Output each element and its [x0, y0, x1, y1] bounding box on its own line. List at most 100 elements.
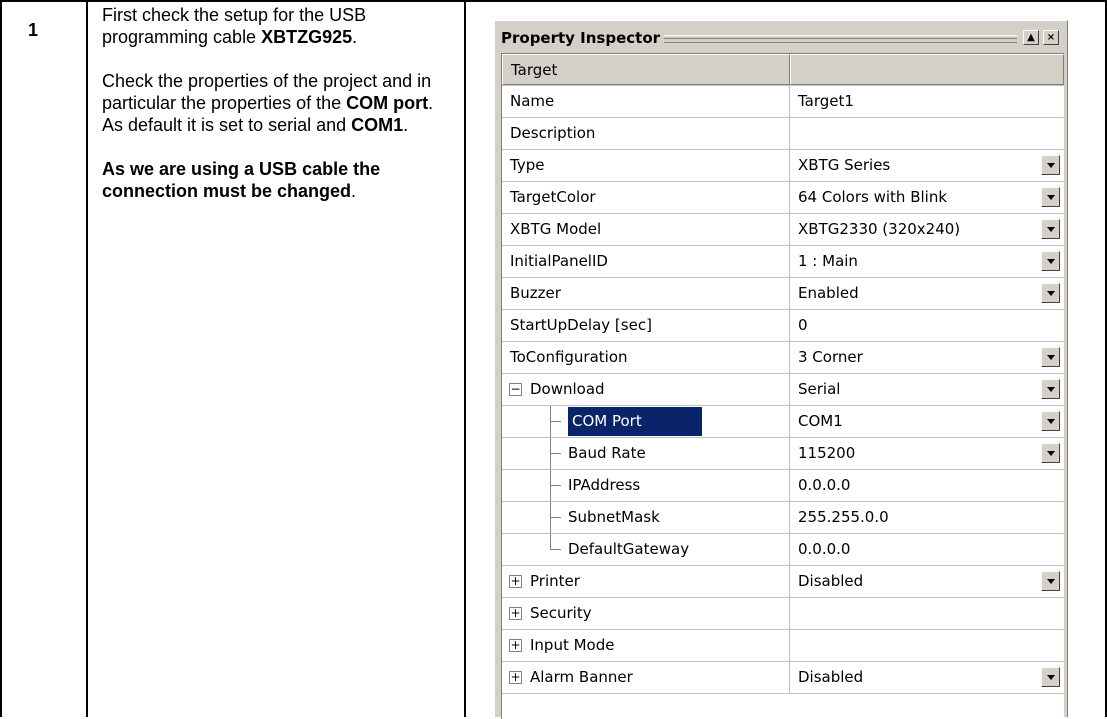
- panel-titlebar[interactable]: Property Inspector ▲ ×: [501, 27, 1061, 49]
- property-row[interactable]: − Download Serial: [502, 374, 1064, 406]
- property-row[interactable]: + Input Mode: [502, 630, 1064, 662]
- property-row[interactable]: XBTG Model XBTG2330 (320x240): [502, 214, 1064, 246]
- property-value-cell[interactable]: Target1: [790, 86, 1064, 117]
- dropdown-arrow-icon[interactable]: [1041, 667, 1060, 687]
- property-value-cell[interactable]: 64 Colors with Blink: [790, 182, 1064, 213]
- scroll-up-icon[interactable]: ▲: [1023, 30, 1039, 45]
- property-name-cell[interactable]: IPAddress: [502, 470, 790, 501]
- property-row[interactable]: Baud Rate 115200: [502, 438, 1064, 470]
- instructions-text: First check the setup for the USB progra…: [102, 4, 442, 224]
- property-name: Alarm Banner: [530, 668, 633, 686]
- property-row[interactable]: InitialPanelID 1 : Main: [502, 246, 1064, 278]
- property-value-cell[interactable]: 1 : Main: [790, 246, 1064, 277]
- property-name-cell[interactable]: + Security: [502, 598, 790, 629]
- property-value: Disabled: [798, 572, 864, 590]
- dropdown-arrow-icon[interactable]: [1041, 443, 1060, 463]
- property-row[interactable]: Buzzer Enabled: [502, 278, 1064, 310]
- property-value-cell[interactable]: [790, 630, 1064, 661]
- column-divider: [464, 0, 466, 717]
- collapse-icon[interactable]: −: [509, 383, 522, 396]
- property-row[interactable]: Type XBTG Series: [502, 150, 1064, 182]
- property-name: ToConfiguration: [510, 348, 628, 366]
- tree-connector: [550, 502, 564, 533]
- property-value-cell[interactable]: [790, 598, 1064, 629]
- property-row[interactable]: + Printer Disabled: [502, 566, 1064, 598]
- property-name-cell[interactable]: − Download: [502, 374, 790, 405]
- property-name: COM Port: [568, 407, 702, 436]
- property-value-cell[interactable]: 0.0.0.0: [790, 470, 1064, 501]
- property-value: 255.255.0.0: [798, 508, 889, 526]
- property-value: COM1: [798, 412, 843, 430]
- property-name-cell[interactable]: SubnetMask: [502, 502, 790, 533]
- dropdown-arrow-icon[interactable]: [1041, 571, 1060, 591]
- property-row[interactable]: SubnetMask 255.255.0.0: [502, 502, 1064, 534]
- property-value-cell[interactable]: XBTG2330 (320x240): [790, 214, 1064, 245]
- property-name-cell[interactable]: InitialPanelID: [502, 246, 790, 277]
- header-name-cell: Target: [502, 54, 790, 85]
- property-row[interactable]: ToConfiguration 3 Corner: [502, 342, 1064, 374]
- dropdown-arrow-icon[interactable]: [1041, 379, 1060, 399]
- property-name-cell[interactable]: DefaultGateway: [502, 534, 790, 565]
- property-row[interactable]: StartUpDelay [sec] 0: [502, 310, 1064, 342]
- property-value-cell[interactable]: 255.255.0.0: [790, 502, 1064, 533]
- property-name: StartUpDelay [sec]: [510, 316, 652, 334]
- property-name-cell[interactable]: + Printer: [502, 566, 790, 597]
- property-value-cell[interactable]: 115200: [790, 438, 1064, 469]
- panel-title: Property Inspector: [501, 29, 665, 47]
- property-value: 1 : Main: [798, 252, 858, 270]
- property-name-cell[interactable]: ToConfiguration: [502, 342, 790, 373]
- property-value-cell[interactable]: Serial: [790, 374, 1064, 405]
- dropdown-arrow-icon[interactable]: [1041, 347, 1060, 367]
- property-value: Serial: [798, 380, 841, 398]
- property-value-cell[interactable]: Disabled: [790, 566, 1064, 597]
- property-row[interactable]: TargetColor 64 Colors with Blink: [502, 182, 1064, 214]
- property-value-cell[interactable]: Enabled: [790, 278, 1064, 309]
- property-name: DefaultGateway: [568, 540, 690, 558]
- property-name: Type: [510, 156, 545, 174]
- property-name-cell[interactable]: Type: [502, 150, 790, 181]
- dropdown-arrow-icon[interactable]: [1041, 283, 1060, 303]
- property-row[interactable]: Description: [502, 118, 1064, 150]
- property-value-cell[interactable]: COM1: [790, 406, 1064, 437]
- property-name-cell[interactable]: StartUpDelay [sec]: [502, 310, 790, 341]
- expand-icon[interactable]: +: [509, 607, 522, 620]
- close-icon[interactable]: ×: [1043, 30, 1059, 45]
- header-value-cell: [790, 54, 1064, 85]
- table-left-border: [0, 0, 2, 717]
- property-name-cell[interactable]: Buzzer: [502, 278, 790, 309]
- property-name: SubnetMask: [568, 508, 660, 526]
- property-value: Disabled: [798, 668, 864, 686]
- property-value-cell[interactable]: 0: [790, 310, 1064, 341]
- dropdown-arrow-icon[interactable]: [1041, 155, 1060, 175]
- property-row[interactable]: DefaultGateway 0.0.0.0: [502, 534, 1064, 566]
- property-name-cell[interactable]: Baud Rate: [502, 438, 790, 469]
- property-row[interactable]: + Security: [502, 598, 1064, 630]
- property-name-cell[interactable]: Description: [502, 118, 790, 149]
- dropdown-arrow-icon[interactable]: [1041, 219, 1060, 239]
- expand-icon[interactable]: +: [509, 575, 522, 588]
- property-row[interactable]: IPAddress 0.0.0.0: [502, 470, 1064, 502]
- expand-icon[interactable]: +: [509, 639, 522, 652]
- property-name-cell[interactable]: TargetColor: [502, 182, 790, 213]
- dropdown-arrow-icon[interactable]: [1041, 187, 1060, 207]
- property-row[interactable]: Name Target1: [502, 86, 1064, 118]
- dropdown-arrow-icon[interactable]: [1041, 251, 1060, 271]
- property-value-cell[interactable]: 0.0.0.0: [790, 534, 1064, 565]
- property-name-cell[interactable]: + Input Mode: [502, 630, 790, 661]
- column-divider: [86, 0, 88, 717]
- property-name-cell[interactable]: COM Port: [502, 406, 790, 437]
- expand-icon[interactable]: +: [509, 671, 522, 684]
- property-value-cell[interactable]: 3 Corner: [790, 342, 1064, 373]
- tree-connector: [550, 438, 564, 469]
- property-value: 3 Corner: [798, 348, 863, 366]
- property-name-cell[interactable]: Name: [502, 86, 790, 117]
- property-value-cell[interactable]: Disabled: [790, 662, 1064, 693]
- property-value-cell[interactable]: XBTG Series: [790, 150, 1064, 181]
- property-name-cell[interactable]: XBTG Model: [502, 214, 790, 245]
- dropdown-arrow-icon[interactable]: [1041, 411, 1060, 431]
- property-row[interactable]: + Alarm Banner Disabled: [502, 662, 1064, 694]
- property-name-cell[interactable]: + Alarm Banner: [502, 662, 790, 693]
- property-value-cell[interactable]: [790, 118, 1064, 149]
- property-row[interactable]: COM Port COM1: [502, 406, 1064, 438]
- table-top-border: [0, 0, 1107, 2]
